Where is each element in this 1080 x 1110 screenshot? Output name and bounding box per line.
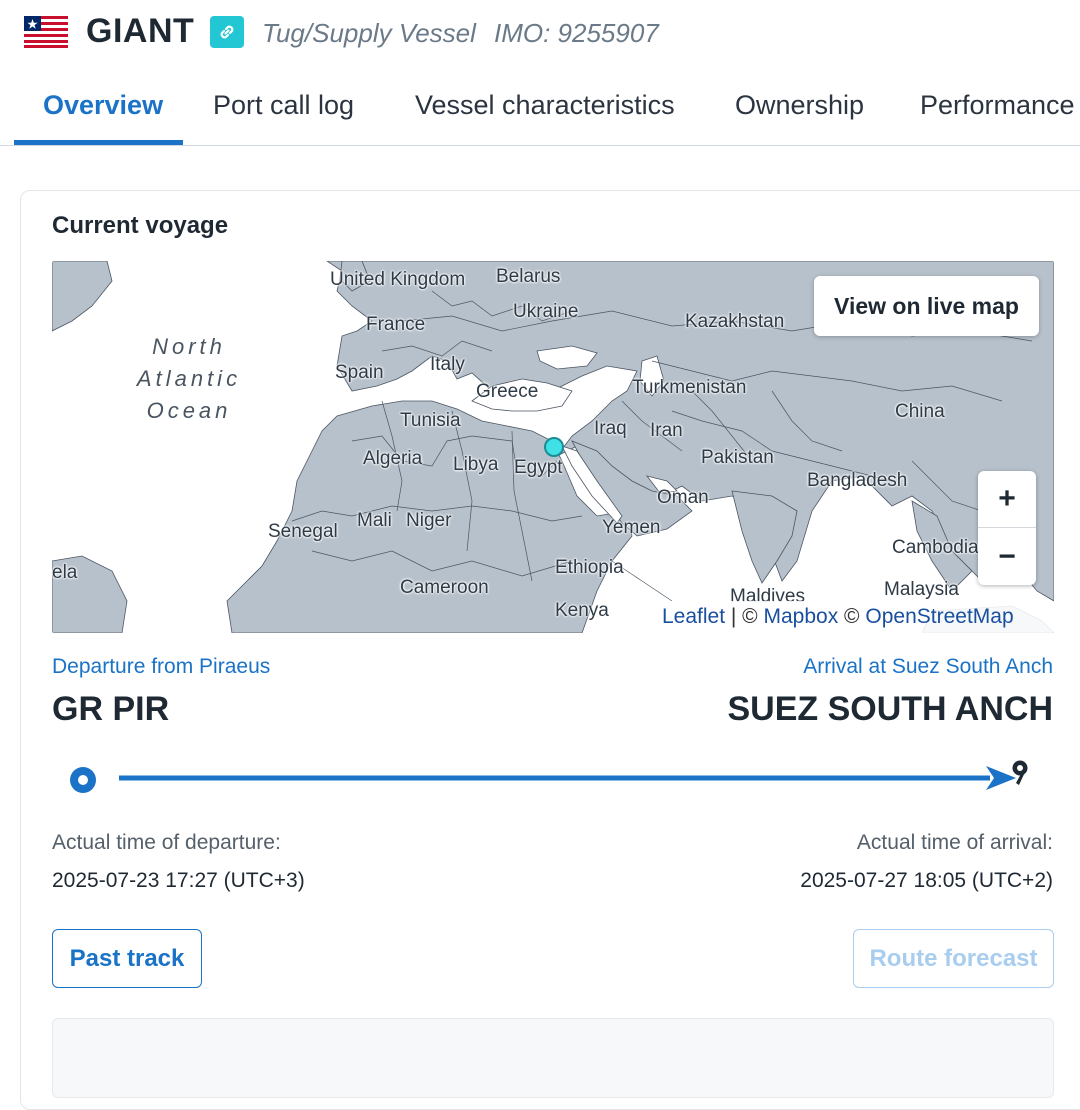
tab-port-call-log[interactable]: Port call log — [213, 90, 354, 121]
map-label: France — [366, 314, 426, 335]
vessel-name: GIANT — [86, 12, 195, 50]
past-track-button[interactable]: Past track — [52, 929, 202, 988]
liberia-flag-icon — [24, 16, 68, 48]
arrival-time: 2025-07-27 18:05 (UTC+2) — [800, 869, 1053, 892]
voyage-progress-track — [64, 756, 1044, 806]
current-voyage-title: Current voyage — [52, 212, 229, 239]
attribution-separator: | © — [725, 605, 764, 628]
tab-vessel-characteristics[interactable]: Vessel characteristics — [415, 90, 675, 121]
imo-number: IMO: 9255907 — [494, 18, 659, 48]
voyage-map[interactable]: North Atlantic Ocean United Kingdom Belaru… — [52, 261, 1054, 633]
map-label: Algeria — [363, 448, 423, 469]
map-label: Ukraine — [513, 301, 579, 322]
zoom-in-button[interactable]: + — [978, 471, 1036, 528]
map-attribution: Leaflet | © Mapbox © OpenStreetMap — [654, 601, 1054, 633]
arrival-label[interactable]: Arrival at Suez South Anch — [803, 655, 1053, 679]
route-forecast-button: Route forecast — [853, 929, 1054, 988]
zoom-control: + − — [978, 471, 1036, 585]
map-label: Iran — [650, 420, 683, 441]
vessel-header: GIANT Tug/Supply Vessel IMO: 9255907 — [0, 0, 1080, 66]
map-label: Italy — [430, 354, 465, 375]
map-label: Libya — [453, 454, 499, 475]
map-label: United Kingdom — [330, 269, 466, 290]
map-label: Pakistan — [701, 447, 774, 468]
tab-overview[interactable]: Overview — [43, 90, 163, 121]
tab-ownership[interactable]: Ownership — [735, 90, 864, 121]
map-label: Belarus — [496, 266, 561, 287]
arrow-head-icon — [986, 766, 1016, 790]
vessel-position-marker[interactable] — [544, 437, 564, 457]
mapbox-link[interactable]: Mapbox — [764, 605, 839, 628]
map-label: China — [895, 401, 945, 422]
voyage-details-panel — [52, 1018, 1054, 1098]
map-label: Ethiopia — [555, 557, 624, 578]
departure-time: 2025-07-23 17:27 (UTC+3) — [52, 869, 305, 892]
departure-label[interactable]: Departure from Piraeus — [52, 655, 270, 679]
map-label: Niger — [406, 510, 452, 531]
map-label: Iraq — [594, 418, 627, 439]
link-icon[interactable] — [210, 16, 244, 48]
map-label: ela — [52, 562, 78, 583]
anchor-pin-icon — [1012, 760, 1028, 785]
ocean-label: North Atlantic Ocean — [136, 334, 242, 423]
map-label: Egypt — [514, 457, 563, 478]
openstreetmap-link[interactable]: OpenStreetMap — [865, 605, 1013, 628]
map-label: Yemen — [602, 517, 661, 538]
departure-time-label: Actual time of departure: — [52, 831, 281, 854]
map-label: Malaysia — [884, 579, 959, 600]
map-label: Cambodia — [892, 537, 979, 558]
arrival-time-label: Actual time of arrival: — [856, 831, 1053, 854]
leaflet-link[interactable]: Leaflet — [662, 605, 725, 628]
map-label: Bangladesh — [807, 470, 908, 491]
map-label: Tunisia — [400, 410, 461, 431]
vessel-type: Tug/Supply Vessel — [262, 18, 476, 48]
tab-performance[interactable]: Performance — [920, 90, 1075, 121]
map-label: Senegal — [268, 521, 338, 542]
attribution-separator: © — [838, 605, 866, 628]
map-label: Kenya — [555, 600, 609, 621]
map-label: Turkmenistan — [632, 377, 747, 398]
map-label: Oman — [657, 487, 709, 508]
tab-bar: Overview Port call log Vessel characteri… — [0, 72, 1080, 146]
map-label: Greece — [476, 381, 539, 402]
map-label: Kazakhstan — [685, 311, 785, 332]
active-tab-indicator — [14, 140, 183, 145]
map-label: Mali — [357, 510, 392, 531]
map-label: Spain — [335, 362, 384, 383]
arrival-port: SUEZ SOUTH ANCH — [727, 690, 1053, 728]
view-on-live-map-button[interactable]: View on live map — [814, 276, 1039, 336]
zoom-out-button[interactable]: − — [978, 528, 1036, 585]
departure-port: GR PIR — [52, 690, 170, 728]
map-label: Cameroon — [400, 577, 489, 598]
